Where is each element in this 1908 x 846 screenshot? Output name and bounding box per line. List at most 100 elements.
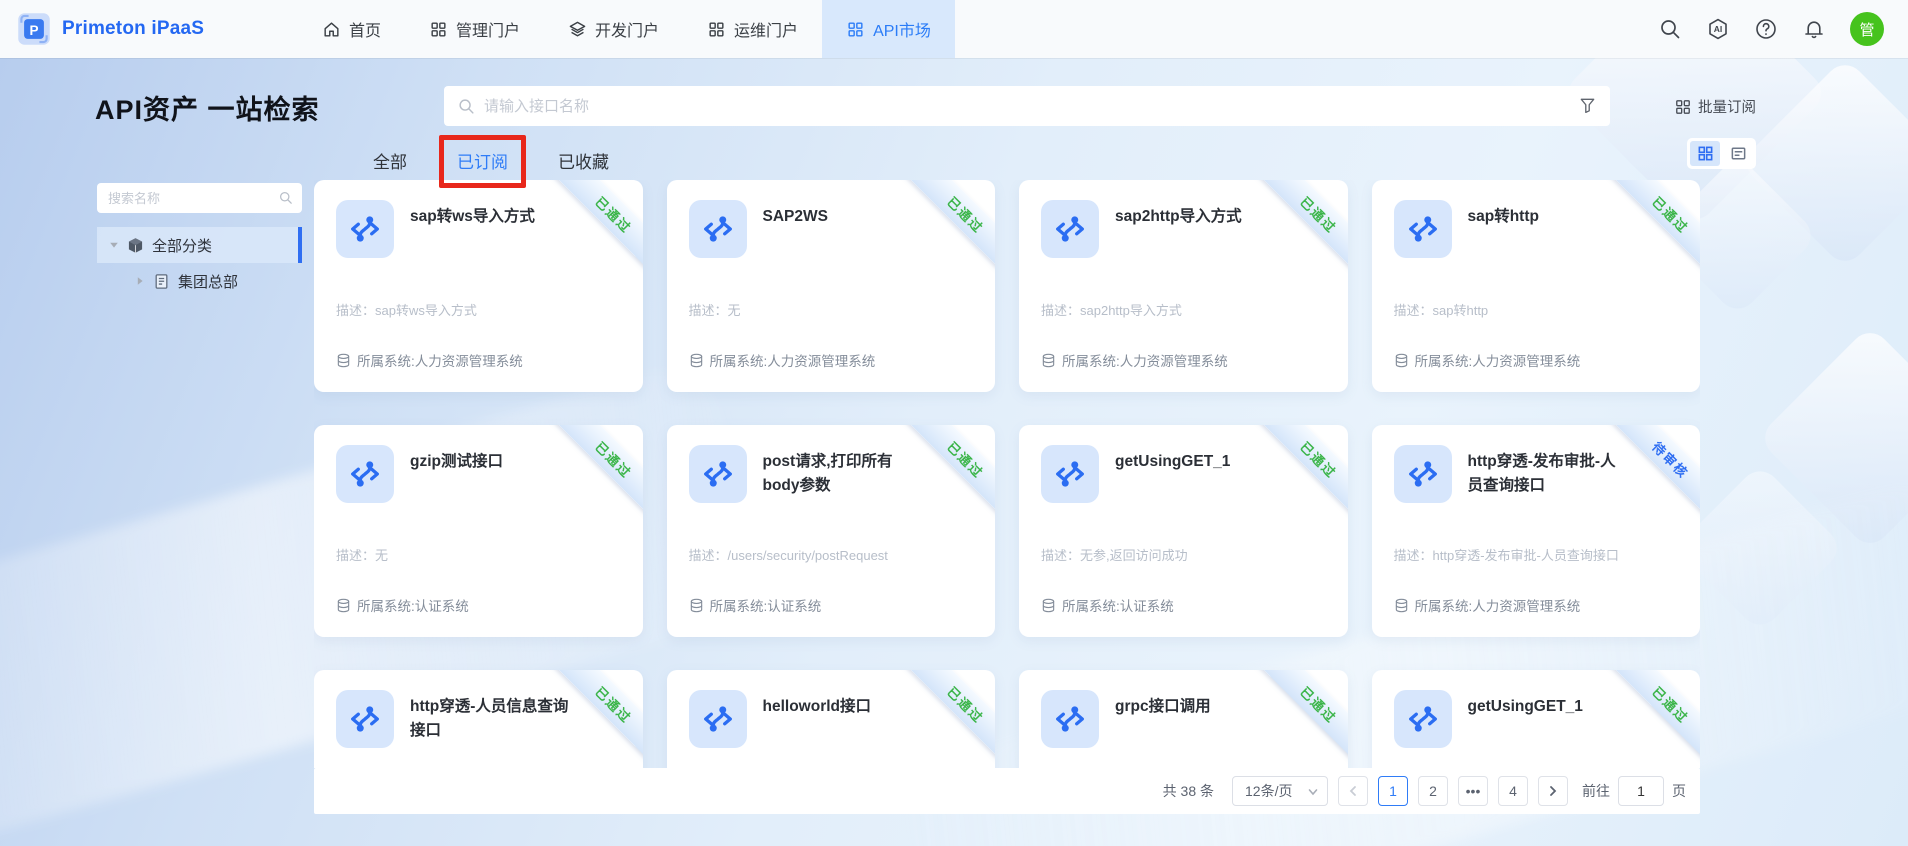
card-head: sap转ws导入方式	[336, 200, 621, 258]
api-icon	[688, 445, 747, 503]
card-head: SAP2WS	[688, 200, 974, 258]
list-view-icon	[1731, 147, 1745, 160]
api-system: 所属系统:人力资源管理系统	[689, 350, 875, 370]
api-name: http穿透-人员信息查询接口	[410, 698, 569, 740]
nav-item-label: API市场	[873, 23, 931, 40]
search-icon	[457, 97, 475, 115]
api-icon	[1393, 445, 1452, 503]
api-name: gzip测试接口	[410, 453, 503, 470]
caret-right-icon[interactable]	[135, 276, 145, 286]
tree-node-0[interactable]: 全部分类	[97, 227, 302, 263]
api-search-input[interactable]	[444, 86, 1610, 126]
card-head: getUsingGET_1	[1041, 445, 1326, 503]
api-name: helloworld接口	[762, 698, 872, 715]
batch-subscribe-button[interactable]: 批量订阅	[1675, 96, 1756, 117]
nav-item-0[interactable]: 首页	[298, 0, 405, 58]
next-page-button[interactable]	[1538, 776, 1568, 806]
tab-label: 全部	[373, 153, 407, 172]
nav-item-label: 运维门户	[734, 23, 799, 40]
page-button-1[interactable]: 1	[1378, 776, 1408, 806]
database-icon	[336, 598, 351, 613]
page-ellipsis-button[interactable]: •••	[1458, 776, 1488, 806]
batch-subscribe-label: 批量订阅	[1698, 100, 1756, 116]
page-button-4[interactable]: 4	[1498, 776, 1528, 806]
card-head: helloworld接口	[688, 690, 974, 748]
goto-suffix: 页	[1672, 783, 1686, 799]
user-avatar[interactable]: 管	[1850, 12, 1884, 46]
card-head: sap2http导入方式	[1041, 200, 1326, 258]
tab-0[interactable]: 全部	[371, 146, 409, 179]
page-size-select[interactable]: 12条/页	[1232, 776, 1328, 806]
batch-subscribe-icon	[1676, 99, 1690, 114]
api-system: 所属系统:人力资源管理系统	[1394, 595, 1580, 615]
api-name: getUsingGET_1	[1115, 453, 1231, 470]
api-description: 描述：/users/security/postRequest	[688, 548, 888, 563]
tree-node-label: 集团总部	[178, 273, 239, 291]
api-card-9[interactable]: helloworld接口 已通过	[666, 670, 995, 768]
red-annotation-box	[439, 135, 526, 188]
nav-item-label: 首页	[349, 23, 382, 40]
api-card-1[interactable]: SAP2WS 已通过 描述：无 所属系统:人力资源管理系统	[666, 180, 995, 392]
main-nav: 首页 管理门户 开发门户 运维门户 API市场	[298, 0, 955, 58]
api-icon	[1041, 200, 1099, 258]
api-system: 所属系统:人力资源管理系统	[336, 350, 523, 370]
api-icon	[1041, 445, 1099, 503]
page-buttons: 1 2 ••• 4	[1378, 776, 1528, 806]
api-card-6[interactable]: getUsingGET_1 已通过 描述：无参,返回访问成功 所属系统:认证系统	[1019, 425, 1348, 637]
api-name: grpc接口调用	[1115, 698, 1211, 715]
nav-item-4[interactable]: API市场	[822, 0, 955, 58]
tree-node-1[interactable]: 集团总部	[97, 263, 302, 299]
total-count: 共 38 条	[1162, 783, 1214, 799]
api-description: 描述：无参,返回访问成功	[1041, 548, 1188, 563]
chevron-down-icon	[1308, 789, 1318, 796]
api-icon	[688, 200, 747, 258]
api-name: SAP2WS	[762, 208, 828, 225]
card-head: grpc接口调用	[1041, 690, 1326, 748]
page-button-2[interactable]: 2	[1418, 776, 1448, 806]
page-size-value: 12条/页	[1245, 783, 1293, 799]
topbar-actions: AI 管	[1658, 12, 1884, 46]
category-search-input[interactable]	[97, 183, 302, 213]
goto-page-input[interactable]	[1618, 776, 1664, 806]
api-card-7[interactable]: http穿透-发布审批-人员查询接口 待审核 描述：http穿透-发布审批-人员查询…	[1371, 425, 1700, 637]
nav-item-3[interactable]: 运维门户	[683, 0, 822, 58]
card-head: sap转http	[1393, 200, 1679, 258]
api-card-2[interactable]: sap2http导入方式 已通过 描述：sap2http导入方式 所属系统:人力资源管…	[1019, 180, 1348, 392]
card-head: http穿透-人员信息查询接口	[336, 690, 621, 748]
api-icon	[1393, 200, 1452, 258]
nav-item-1[interactable]: 管理门户	[405, 0, 544, 58]
brand[interactable]: P Primeton iPaaS	[16, 11, 284, 47]
api-icon	[1041, 690, 1099, 748]
api-card-3[interactable]: sap转http 已通过 描述：sap转http 所属系统:人力资源管理系统	[1371, 180, 1700, 392]
api-name: sap转http	[1467, 208, 1539, 225]
api-description: 描述：sap转http	[1393, 303, 1489, 318]
card-head: getUsingGET_1	[1393, 690, 1679, 748]
list-view-button[interactable]	[1723, 141, 1753, 166]
tab-2[interactable]: 已收藏	[556, 146, 611, 179]
decor-cube	[1756, 324, 1908, 552]
goto-page: 前往 页	[1582, 776, 1686, 806]
api-card-11[interactable]: getUsingGET_1 已通过	[1371, 670, 1700, 768]
api-card-8[interactable]: http穿透-人员信息查询接口 已通过	[314, 670, 643, 768]
nav-item-2[interactable]: 开发门户	[544, 0, 683, 58]
doc-icon	[153, 273, 170, 290]
pagination-bar: 共 38 条 12条/页 12 ••• 4 前往 页	[314, 768, 1700, 814]
tree-node-label: 全部分类	[152, 237, 213, 255]
nav-item-label: 开发门户	[595, 23, 660, 40]
api-card-10[interactable]: grpc接口调用 已通过	[1019, 670, 1348, 768]
grid-view-button[interactable]	[1690, 141, 1720, 166]
api-card-4[interactable]: gzip测试接口 已通过 描述：无 所属系统:认证系统	[314, 425, 643, 637]
notifications-icon[interactable]	[1802, 17, 1826, 41]
api-card-0[interactable]: sap转ws导入方式 已通过 描述：sap转ws导入方式 所属系统:人力资源管理系统	[314, 180, 643, 392]
layers-icon	[568, 20, 587, 39]
api-name: http穿透-发布审批-人员查询接口	[1467, 453, 1616, 495]
filter-icon[interactable]	[1578, 96, 1597, 115]
help-icon[interactable]	[1754, 17, 1778, 41]
ai-assistant-icon[interactable]: AI	[1706, 17, 1730, 41]
prev-page-button[interactable]	[1338, 776, 1368, 806]
tab-1[interactable]: 已订阅	[439, 135, 526, 188]
api-name: post请求,打印所有body参数	[762, 453, 893, 495]
caret-down-icon[interactable]	[109, 240, 119, 250]
api-card-5[interactable]: post请求,打印所有body参数 已通过 描述：/users/security/p…	[666, 425, 995, 637]
search-icon[interactable]	[1658, 17, 1682, 41]
